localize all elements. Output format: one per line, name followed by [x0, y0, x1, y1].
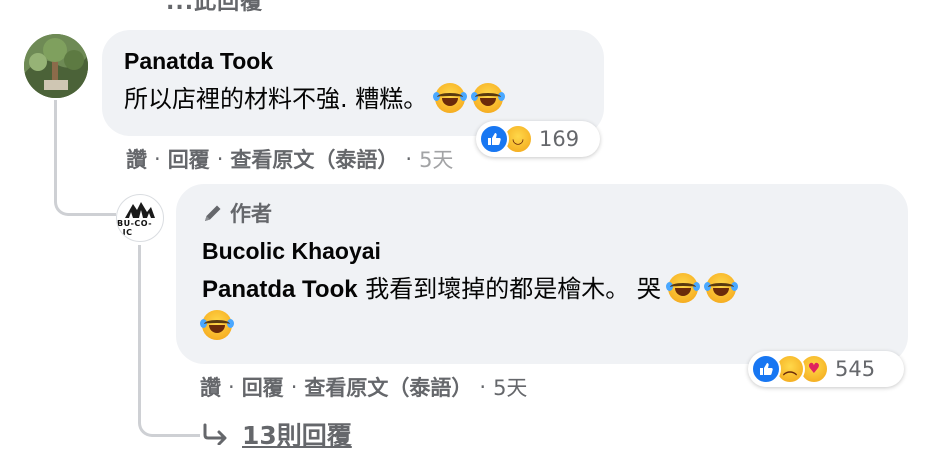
- timestamp[interactable]: 5天: [493, 372, 527, 402]
- avatar[interactable]: BU-CO-LIC: [116, 194, 164, 242]
- clipped-previous-action: ...此回覆: [166, 0, 264, 15]
- separator: ·: [290, 375, 298, 399]
- pine-trees-logo-icon: [125, 201, 155, 218]
- view-more-replies-link[interactable]: 13則回覆: [202, 416, 352, 450]
- comment-text: 所以店裡的材料不強. 糟糕。: [124, 81, 582, 117]
- tears-of-joy-emoji-icon: [666, 273, 701, 303]
- like-button[interactable]: 讚: [126, 144, 147, 174]
- avatar-photo-icon: [24, 34, 88, 98]
- reply-text-body: 我看到壞掉的都是檜木。 哭: [357, 275, 669, 303]
- separator: ·: [405, 147, 413, 171]
- separator: ·: [228, 375, 235, 399]
- separator: ·: [154, 147, 161, 171]
- author-badge-label: 作者: [230, 202, 272, 226]
- avatar-logo-text: BU-CO-LIC: [117, 218, 153, 237]
- reply-bubble: 作者 Bucolic Khaoyai Panatda Took 我看到壞掉的都是…: [176, 184, 908, 364]
- comment-author[interactable]: Panatda Took: [124, 48, 582, 75]
- reaction-count: 545: [835, 357, 876, 381]
- reply-text: Panatda Took 我看到壞掉的都是檜木。 哭: [200, 271, 882, 344]
- pencil-icon: [205, 205, 221, 221]
- timestamp[interactable]: 5天: [419, 144, 453, 174]
- reply-actions: 讚 · 回覆 · 查看原文（泰語） · 5天: [200, 372, 527, 402]
- separator: ·: [479, 375, 487, 399]
- tears-of-joy-emoji-icon: [432, 83, 467, 113]
- reaction-summary[interactable]: ◡ 169: [476, 121, 600, 157]
- reply-arrow-icon: [203, 423, 227, 445]
- tears-of-joy-emoji-icon: [704, 273, 739, 303]
- comment-actions: 讚 · 回覆 · 查看原文（泰語） · 5天: [126, 144, 453, 174]
- reply-button[interactable]: 回覆: [242, 372, 284, 402]
- reaction-summary[interactable]: ︵ ♥ 545: [748, 351, 904, 387]
- see-original-button[interactable]: 查看原文（泰語）: [304, 372, 472, 402]
- like-icon: [751, 354, 781, 384]
- author-badge: 作者: [202, 198, 882, 228]
- tears-of-joy-emoji-icon: [200, 310, 234, 340]
- reply-author[interactable]: Bucolic Khaoyai: [202, 238, 882, 265]
- like-button[interactable]: 讚: [200, 372, 221, 402]
- tears-of-joy-emoji-icon: [470, 83, 505, 113]
- separator: ·: [216, 147, 224, 171]
- comment-text-body: 所以店裡的材料不強. 糟糕。: [124, 85, 428, 113]
- reaction-count: 169: [539, 127, 580, 151]
- avatar[interactable]: [24, 34, 88, 98]
- view-more-replies-label: 13則回覆: [242, 421, 352, 450]
- see-original-button[interactable]: 查看原文（泰語）: [230, 144, 398, 174]
- reply-button[interactable]: 回覆: [168, 144, 210, 174]
- mention-link[interactable]: Panatda Took: [202, 276, 358, 303]
- like-icon: [479, 124, 509, 154]
